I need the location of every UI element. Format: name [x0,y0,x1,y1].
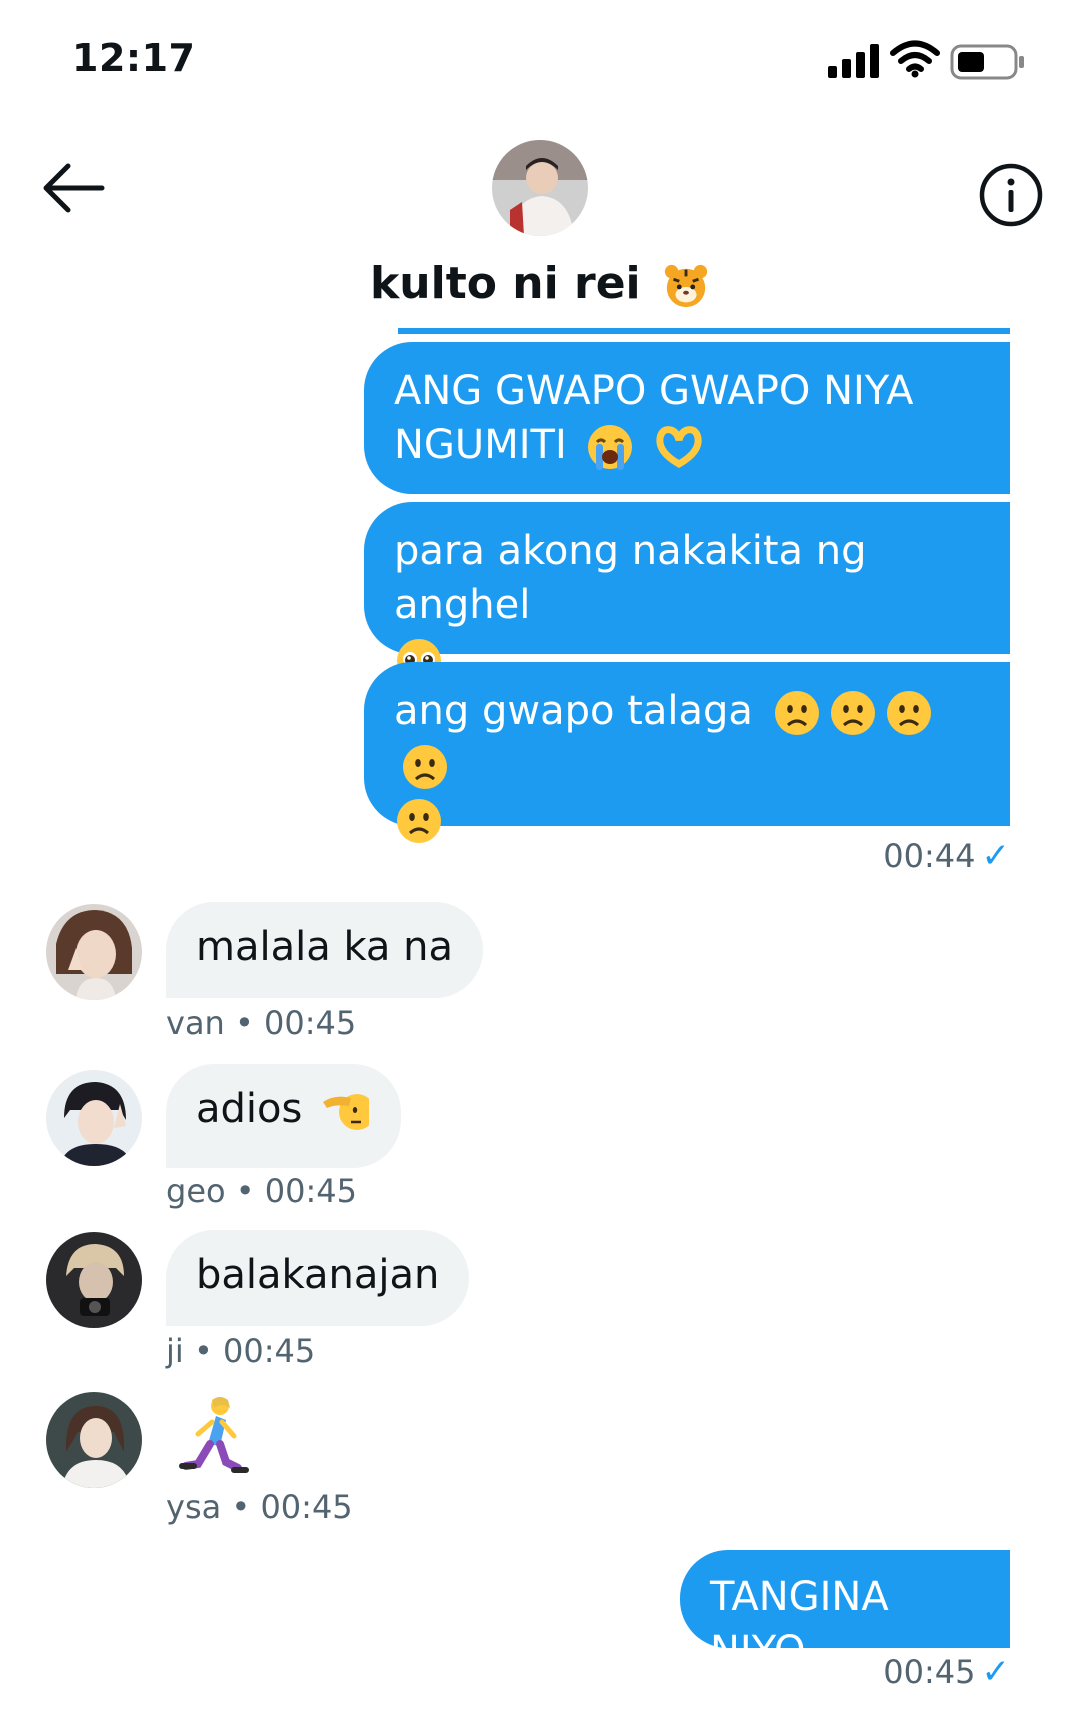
check-icon: ✓ [981,836,1011,876]
heart-hands-emoji [656,426,702,469]
sent-message-meta: 00:44 ✓ [700,836,1010,876]
avatar[interactable] [46,1070,142,1166]
running-woman-emoji [179,1397,249,1473]
message-text: balakanajan [196,1252,440,1298]
received-message-meta: geo • 00:45 [166,1172,358,1210]
avatar[interactable] [46,1232,142,1328]
received-message-meta: ysa • 00:45 [166,1488,353,1526]
frowning-emoji [403,745,447,789]
sender-name: geo [166,1172,226,1210]
frowning-emoji [830,691,875,735]
frowning-emoji [397,799,441,843]
saluting-emoji [323,1086,372,1136]
message-timestamp: 00:45 [264,1004,357,1042]
wifi-icon [890,40,940,78]
avatar[interactable] [46,1392,142,1488]
message-timestamp: 00:45 [223,1332,316,1370]
back-arrow-icon[interactable] [40,162,106,214]
sent-message[interactable]: TANGINA NIYO [680,1550,1010,1674]
message-timestamp: 00:44 [883,837,976,875]
conversation-title: kulto ni rei [0,258,1080,310]
message-timestamp: 00:45 [883,1653,976,1691]
message-text: ang gwapo talaga [394,688,753,734]
message-text: malala ka na [196,924,453,970]
sender-name: ysa [166,1488,222,1526]
avatar[interactable] [46,904,142,1000]
tiger-emoji [664,264,708,308]
battery-icon [950,44,1024,80]
check-icon: ✓ [981,1652,1011,1692]
sent-message[interactable]: ang gwapo talaga [364,662,1010,843]
received-message[interactable]: adios [166,1064,402,1168]
status-time: 12:17 [72,36,196,80]
sent-message[interactable]: ANG GWAPO GWAPO NIYA NGUMITI [364,342,1010,494]
conversation-title-text: kulto ni rei [370,258,641,309]
signal-icon [828,44,879,78]
sent-message-meta: 00:45 ✓ [700,1652,1010,1692]
message-timestamp: 00:45 [260,1488,353,1526]
received-message[interactable]: balakanajan [166,1230,470,1326]
received-message-meta: van • 00:45 [166,1004,357,1042]
frowning-emoji [886,691,931,735]
sent-message[interactable]: para akong nakakita ng anghel [364,502,1010,683]
sender-name: ji [166,1332,184,1370]
crying-emoji [588,425,633,470]
info-icon[interactable] [978,162,1044,228]
sender-name: van [166,1004,225,1042]
message-text: adios [196,1086,303,1132]
frowning-emoji [774,691,819,735]
group-avatar[interactable] [492,140,588,236]
message-timestamp: 00:45 [264,1172,358,1210]
message-text: para akong nakakita ng anghel [394,528,867,628]
received-message-meta: ji • 00:45 [166,1332,316,1370]
previous-message-edge [398,328,1010,334]
received-message[interactable]: malala ka na [166,902,483,998]
